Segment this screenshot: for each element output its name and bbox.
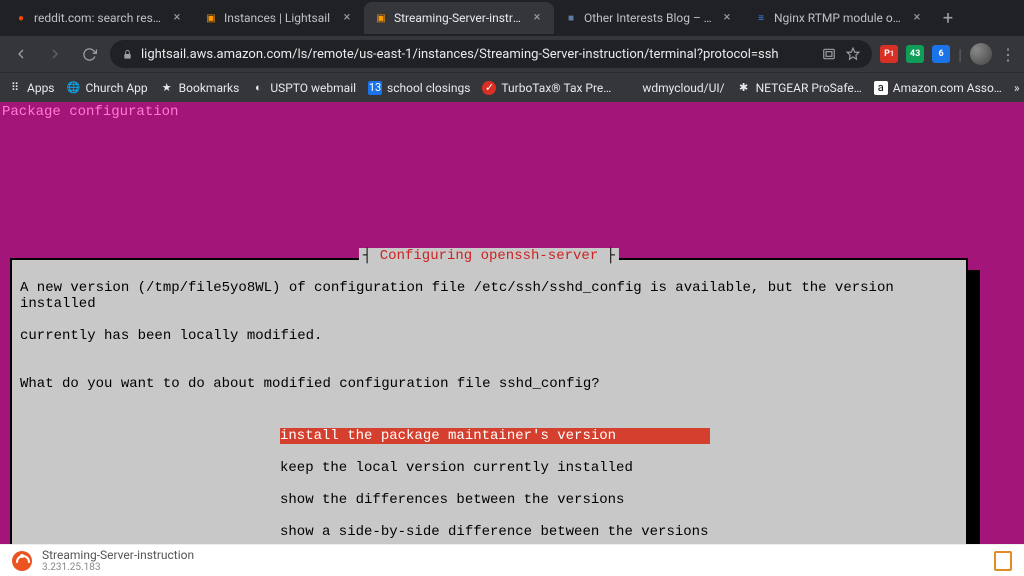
aws-icon: ▣ bbox=[204, 11, 218, 25]
forward-button[interactable] bbox=[42, 41, 68, 67]
address-bar[interactable]: lightsail.aws.amazon.com/ls/remote/us-ea… bbox=[110, 40, 872, 68]
tab-title: reddit.com: search results - hls bbox=[34, 11, 164, 25]
blank-icon bbox=[623, 81, 637, 95]
bookmark-item[interactable]: 13school closings bbox=[368, 81, 470, 95]
bookmark-item[interactable]: 🌐Church App bbox=[67, 81, 148, 95]
instance-info: Streaming-Server-instruction 3.231.25.18… bbox=[42, 548, 194, 573]
browser-chrome: ● reddit.com: search results - hls × ▣ I… bbox=[0, 0, 1024, 102]
lightsail-footer: Streaming-Server-instruction 3.231.25.18… bbox=[0, 544, 1024, 576]
terminal-viewport[interactable]: Package configuration Configuring openss… bbox=[0, 102, 1024, 544]
amazon-icon: a bbox=[874, 81, 888, 95]
tab-title: Streaming-Server-instruction bbox=[394, 11, 524, 25]
dialog-message-line: A new version (/tmp/file5yo8WL) of confi… bbox=[20, 280, 958, 312]
tab-4[interactable]: ≡ Nginx RTMP module on Ubuntu × bbox=[744, 2, 934, 34]
aws-icon: ▣ bbox=[374, 11, 388, 25]
config-dialog: Configuring openssh-server A new version… bbox=[10, 258, 968, 576]
back-button[interactable] bbox=[8, 41, 34, 67]
dialog-shadow bbox=[968, 270, 980, 560]
blog-icon: ■ bbox=[564, 11, 578, 25]
package-config-header: Package configuration bbox=[0, 102, 1024, 122]
omnibox-actions bbox=[822, 47, 860, 61]
tab-strip: ● reddit.com: search results - hls × ▣ I… bbox=[0, 0, 1024, 36]
instance-name: Streaming-Server-instruction bbox=[42, 548, 194, 562]
tab-title: Nginx RTMP module on Ubuntu bbox=[774, 11, 904, 25]
toolbar: lightsail.aws.amazon.com/ls/remote/us-ea… bbox=[0, 36, 1024, 72]
ubuntu-icon bbox=[12, 551, 32, 571]
dialog-option[interactable]: keep the local version currently install… bbox=[280, 460, 710, 476]
ext-icon-1[interactable]: P1 bbox=[880, 45, 898, 63]
apps-icon: ⠿ bbox=[8, 81, 22, 95]
mail-icon: ◐ bbox=[251, 81, 265, 95]
dialog-title: Configuring openssh-server bbox=[359, 248, 619, 264]
doc-icon: ≡ bbox=[754, 11, 768, 25]
reddit-icon: ● bbox=[14, 11, 28, 25]
bookmark-item[interactable]: ◐USPTO webmail bbox=[251, 81, 356, 95]
dialog-prompt: What do you want to do about modified co… bbox=[20, 376, 958, 392]
instance-ip: 3.231.25.183 bbox=[42, 562, 194, 573]
reader-icon[interactable] bbox=[822, 47, 836, 61]
kebab-menu-icon[interactable]: ⋮ bbox=[1000, 45, 1016, 64]
bookmark-apps[interactable]: ⠿Apps bbox=[8, 81, 55, 95]
dialog-message-line: currently has been locally modified. bbox=[20, 328, 958, 344]
profile-avatar[interactable] bbox=[970, 43, 992, 65]
dialog-option[interactable]: show a side-by-side difference between t… bbox=[280, 524, 710, 540]
bookmark-item[interactable]: ★Bookmarks bbox=[160, 81, 240, 95]
gear-icon: ✱ bbox=[737, 81, 751, 95]
ext-icon-2[interactable]: 43 bbox=[906, 45, 924, 63]
lock-icon bbox=[122, 49, 133, 60]
close-icon[interactable]: × bbox=[530, 11, 544, 25]
tab-2[interactable]: ▣ Streaming-Server-instruction × bbox=[364, 2, 554, 34]
close-icon[interactable]: × bbox=[720, 11, 734, 25]
close-icon[interactable]: × bbox=[170, 11, 184, 25]
close-icon[interactable]: × bbox=[910, 11, 924, 25]
tab-title: Other Interests Blog – Tim's Dr bbox=[584, 11, 714, 25]
ext-icon-3[interactable]: 6 bbox=[932, 45, 950, 63]
bookmark-item[interactable]: ✱NETGEAR ProSafe… bbox=[737, 81, 862, 95]
globe-icon: 🌐 bbox=[67, 81, 81, 95]
bookmark-bar: ⠿Apps 🌐Church App ★Bookmarks ◐USPTO webm… bbox=[0, 72, 1024, 102]
bookmark-item[interactable]: wdmycloud/UI/ bbox=[623, 81, 724, 95]
tab-title: Instances | Lightsail bbox=[224, 11, 334, 25]
tab-3[interactable]: ■ Other Interests Blog – Tim's Dr × bbox=[554, 2, 744, 34]
dialog-option[interactable]: show the differences between the version… bbox=[280, 492, 710, 508]
divider: | bbox=[958, 45, 962, 64]
clipboard-icon[interactable] bbox=[994, 551, 1012, 571]
check-icon: ✓ bbox=[482, 81, 496, 95]
tab-1[interactable]: ▣ Instances | Lightsail × bbox=[194, 2, 364, 34]
new-tab-button[interactable]: + bbox=[934, 4, 962, 32]
bookmark-item[interactable]: ✓TurboTax® Tax Pre… bbox=[482, 81, 611, 95]
bookmark-overflow[interactable]: » bbox=[1014, 81, 1020, 95]
snow-icon: 13 bbox=[368, 81, 382, 95]
reload-button[interactable] bbox=[76, 41, 102, 67]
tab-0[interactable]: ● reddit.com: search results - hls × bbox=[4, 2, 194, 34]
extension-icons: P1 43 6 bbox=[880, 45, 950, 63]
star-icon[interactable] bbox=[846, 47, 860, 61]
url-text: lightsail.aws.amazon.com/ls/remote/us-ea… bbox=[141, 47, 814, 62]
close-icon[interactable]: × bbox=[340, 11, 354, 25]
dialog-option-selected[interactable]: install the package maintainer's version bbox=[280, 428, 710, 444]
bookmark-item[interactable]: aAmazon.com Asso… bbox=[874, 81, 1002, 95]
star-icon: ★ bbox=[160, 81, 174, 95]
